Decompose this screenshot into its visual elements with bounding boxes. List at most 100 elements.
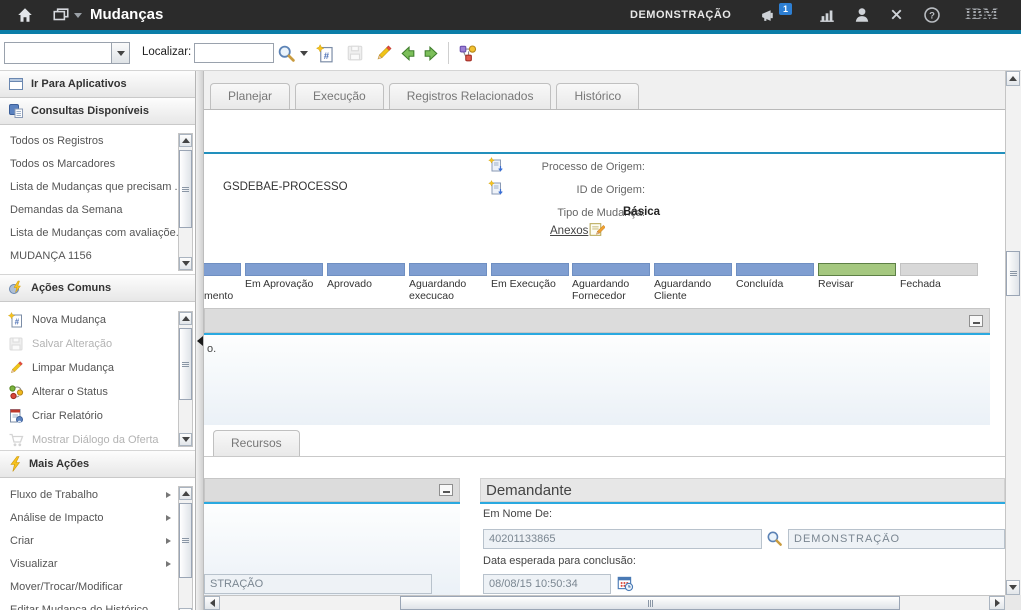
navigation-select[interactable] xyxy=(4,42,130,64)
main-content: Planejar Execução Registros Relacionados… xyxy=(204,71,1005,610)
profile-icon[interactable] xyxy=(853,6,871,24)
home-icon[interactable] xyxy=(16,6,34,24)
attachments-edit-icon[interactable] xyxy=(588,221,605,238)
scroll-up-icon[interactable] xyxy=(179,134,192,147)
requester-panel-underline xyxy=(480,502,1005,504)
close-icon[interactable] xyxy=(888,6,906,24)
tab-planejar[interactable]: Planejar xyxy=(210,83,290,109)
query-item[interactable]: Todos os Registros xyxy=(0,130,195,153)
detail-menu-icon[interactable] xyxy=(488,180,504,196)
action-label: Visualizar xyxy=(10,558,166,570)
more-action-edit-history-change[interactable]: Editar Mudança do Histórico xyxy=(0,598,195,610)
offering-cart-icon xyxy=(8,432,24,448)
minimize-panel-icon[interactable] xyxy=(439,484,453,496)
action-label: Editar Mudança do Histórico xyxy=(10,604,195,610)
new-record-icon[interactable]: # xyxy=(313,41,337,65)
requester-panel-header: Demandante xyxy=(480,478,1005,502)
horizontal-scrollbar[interactable] xyxy=(204,595,1005,610)
more-action-impact-analysis[interactable]: Análise de Impacto xyxy=(0,506,195,529)
query-item[interactable]: Todos os Marcadores xyxy=(0,153,195,176)
previous-record-icon[interactable] xyxy=(395,41,419,65)
query-item[interactable]: Lista de Mudanças que precisam ... xyxy=(0,176,195,199)
action-show-offering-dialog[interactable]: Mostrar Diálogo da Oferta xyxy=(0,428,195,452)
vertical-scrollbar[interactable] xyxy=(1005,71,1021,595)
search-icon[interactable] xyxy=(274,41,298,65)
clipped-field[interactable]: STRAÇÃO xyxy=(204,574,432,594)
scrollbar-thumb[interactable] xyxy=(1006,251,1020,296)
more-actions-scrollbar[interactable] xyxy=(178,486,193,610)
tab-recursos[interactable]: Recursos xyxy=(213,430,300,456)
clear-record-icon xyxy=(8,360,24,376)
sidebar-section-common-actions[interactable]: Ações Comuns xyxy=(0,275,195,302)
status-label: Aguardando Cliente xyxy=(654,278,734,302)
clear-record-icon[interactable] xyxy=(371,41,395,65)
sidebar-splitter[interactable] xyxy=(197,71,204,610)
help-icon[interactable]: ? xyxy=(923,6,941,24)
navigation-select-caret-icon[interactable] xyxy=(111,43,129,63)
query-item[interactable]: Demandas da Semana xyxy=(0,199,195,222)
scrollbar-thumb[interactable] xyxy=(179,328,192,400)
scrollbar-thumb[interactable] xyxy=(179,503,192,578)
workflow-icon[interactable] xyxy=(456,41,480,65)
find-label: Localizar: xyxy=(142,46,191,58)
notification-badge: 1 xyxy=(779,3,792,15)
announcements-icon[interactable] xyxy=(760,7,778,25)
status-label: Aguardando execucao xyxy=(409,278,489,302)
action-clear-change[interactable]: Limpar Mudança xyxy=(0,356,195,380)
scroll-up-icon[interactable] xyxy=(179,312,192,325)
scrollbar-thumb[interactable] xyxy=(179,150,192,228)
sidebar-section-more-actions[interactable]: Mais Ações xyxy=(0,451,195,478)
calendar-icon[interactable] xyxy=(616,574,634,592)
scroll-up-icon[interactable] xyxy=(1006,71,1020,86)
reports-chart-icon[interactable] xyxy=(818,6,836,24)
scrollbar-thumb[interactable] xyxy=(400,596,900,610)
due-date-field[interactable] xyxy=(483,574,611,594)
tab-execucao[interactable]: Execução xyxy=(295,83,384,109)
more-action-workflow[interactable]: Fluxo de Trabalho xyxy=(0,483,195,506)
next-record-icon[interactable] xyxy=(419,41,443,65)
collapse-sidebar-icon[interactable] xyxy=(197,336,203,346)
applications-icon[interactable] xyxy=(52,6,70,24)
on-behalf-search-icon[interactable] xyxy=(766,530,783,547)
minimize-section-icon[interactable] xyxy=(969,315,983,327)
sidebar-section-goto[interactable]: Ir Para Aplicativos xyxy=(0,71,195,98)
origin-id-label: ID de Origem: xyxy=(504,184,645,196)
more-action-move-swap-modify[interactable]: Mover/Trocar/Modificar xyxy=(0,575,195,598)
scroll-down-icon[interactable] xyxy=(1006,580,1020,595)
scrollbar-corner xyxy=(1005,595,1021,610)
more-action-create[interactable]: Criar xyxy=(0,529,195,552)
action-change-status[interactable]: Alterar o Status xyxy=(0,380,195,404)
applications-caret-icon[interactable] xyxy=(74,13,82,18)
query-item[interactable]: Lista de Mudanças com avaliaçõe... xyxy=(0,222,195,245)
scroll-left-icon[interactable] xyxy=(204,596,220,610)
scroll-down-icon[interactable] xyxy=(179,257,192,270)
action-save-change[interactable]: Salvar Alteração xyxy=(0,332,195,356)
on-behalf-name-field[interactable] xyxy=(788,529,1005,549)
queries-scrollbar[interactable] xyxy=(178,133,193,271)
query-item[interactable]: MUDANÇA 1156 xyxy=(0,245,195,268)
detail-menu-icon[interactable] xyxy=(488,157,504,173)
scroll-down-icon[interactable] xyxy=(179,433,192,446)
more-action-view[interactable]: Visualizar xyxy=(0,552,195,575)
common-actions-scrollbar[interactable] xyxy=(178,311,193,447)
action-new-change[interactable]: # Nova Mudança xyxy=(0,308,195,332)
status-label: mento xyxy=(204,290,284,302)
new-record-icon: # xyxy=(8,312,24,328)
status-segment xyxy=(900,263,978,276)
search-options-caret-icon[interactable] xyxy=(300,51,308,56)
sidebar-section-queries[interactable]: Consultas Disponíveis xyxy=(0,98,195,125)
save-icon[interactable] xyxy=(343,41,367,65)
on-behalf-id-field[interactable] xyxy=(483,529,762,549)
scroll-up-icon[interactable] xyxy=(179,487,192,500)
toolbar: Localizar: # xyxy=(0,34,1021,71)
attachments-link[interactable]: Anexos xyxy=(550,225,588,237)
tab-historico[interactable]: Histórico xyxy=(556,83,639,109)
tab-registros-relacionados[interactable]: Registros Relacionados xyxy=(389,83,552,109)
scroll-right-icon[interactable] xyxy=(989,596,1005,610)
action-create-report[interactable]: Criar Relatório xyxy=(0,404,195,428)
save-icon xyxy=(8,336,24,352)
find-input[interactable] xyxy=(194,43,274,63)
status-segment xyxy=(736,263,814,276)
action-label: Análise de Impacto xyxy=(10,512,166,524)
submenu-arrow-icon xyxy=(166,515,171,521)
